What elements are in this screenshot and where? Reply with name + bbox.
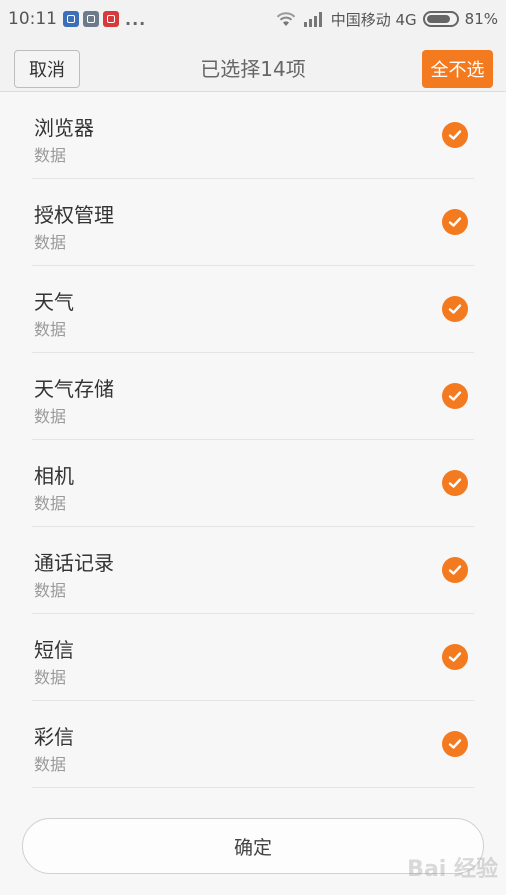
check-glyph-icon (448, 652, 462, 662)
selection-header: 取消 已选择14项 全不选 (0, 38, 506, 92)
list-item[interactable]: 短信 数据 (32, 614, 474, 701)
checkmark-icon[interactable] (442, 122, 468, 148)
list-item[interactable]: 天气 数据 (32, 266, 474, 353)
item-subtitle: 数据 (34, 407, 67, 426)
checkmark-icon[interactable] (442, 209, 468, 235)
item-title: 天气 (34, 290, 74, 314)
app-notification-icon (83, 11, 99, 27)
more-notifications-icon: ... (125, 9, 147, 29)
list-item[interactable]: 授权管理 数据 (32, 179, 474, 266)
list-item[interactable]: 通话记录 数据 (32, 527, 474, 614)
status-bar: 10:11 ... 中国移动 4G 81% (0, 0, 506, 38)
app-notification-icon (103, 11, 119, 27)
item-subtitle: 数据 (34, 755, 67, 774)
list-item[interactable]: 浏览器 数据 (32, 92, 474, 179)
status-time: 10:11 (8, 9, 57, 29)
app-notification-icon (63, 11, 79, 27)
item-title: 彩信 (34, 725, 74, 749)
item-subtitle: 数据 (34, 581, 67, 600)
check-glyph-icon (448, 391, 462, 401)
backup-items-list: 浏览器 数据 授权管理 数据 天气 数据 天气存储 数据 相机 数据 通话记录 数据 短信 数据 彩信 数据 (0, 92, 506, 788)
list-item[interactable]: 彩信 数据 (32, 701, 474, 788)
check-glyph-icon (448, 739, 462, 749)
status-right: 中国移动 4G 81% (275, 9, 498, 30)
item-title: 浏览器 (34, 116, 94, 140)
item-subtitle: 数据 (34, 668, 67, 687)
battery-fill (426, 15, 450, 23)
checkmark-icon[interactable] (442, 644, 468, 670)
battery-icon (422, 11, 459, 27)
list-item[interactable]: 相机 数据 (32, 440, 474, 527)
checkmark-icon[interactable] (442, 296, 468, 322)
item-subtitle: 数据 (34, 233, 67, 252)
item-title: 相机 (34, 464, 74, 488)
deselect-all-button[interactable]: 全不选 (422, 50, 493, 88)
item-title: 授权管理 (34, 203, 114, 227)
confirm-area: 确定 Bai 经验 (0, 792, 506, 895)
check-glyph-icon (448, 130, 462, 140)
item-subtitle: 数据 (34, 320, 67, 339)
item-subtitle: 数据 (34, 494, 67, 513)
notification-icons: ... (63, 10, 146, 29)
checkmark-icon[interactable] (442, 731, 468, 757)
checkmark-icon[interactable] (442, 557, 468, 583)
check-glyph-icon (448, 478, 462, 488)
battery-percent: 81% (464, 10, 498, 28)
check-glyph-icon (448, 565, 462, 575)
cancel-button[interactable]: 取消 (14, 50, 80, 88)
checkmark-icon[interactable] (442, 470, 468, 496)
carrier-label: 中国移动 4G (330, 10, 417, 29)
signal-icon (303, 12, 322, 27)
list-item[interactable]: 天气存储 数据 (32, 353, 474, 440)
item-title: 短信 (34, 638, 74, 662)
wifi-icon (276, 12, 295, 26)
item-subtitle: 数据 (34, 146, 67, 165)
confirm-button[interactable]: 确定 (22, 818, 484, 874)
item-title: 通话记录 (34, 551, 114, 575)
item-title: 天气存储 (34, 377, 114, 401)
check-glyph-icon (448, 304, 462, 314)
check-glyph-icon (448, 217, 462, 227)
checkmark-icon[interactable] (442, 383, 468, 409)
